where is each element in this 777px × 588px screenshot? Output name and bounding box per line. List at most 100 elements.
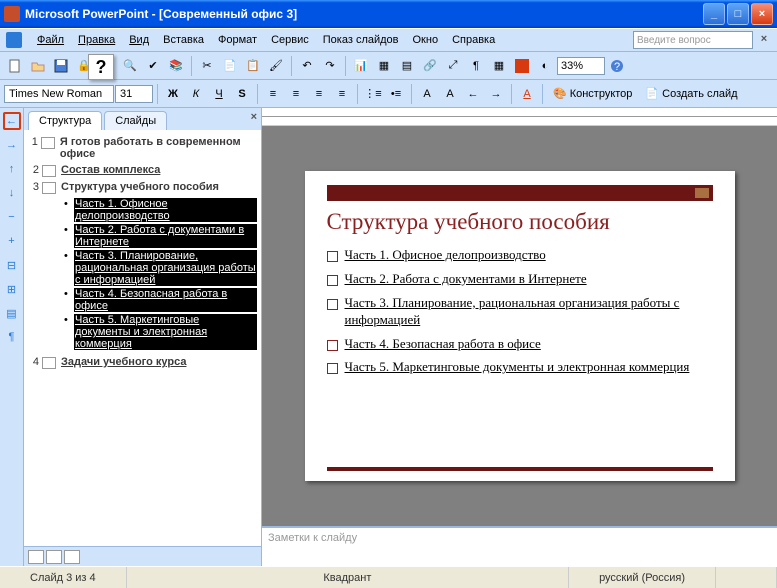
research-button[interactable]: 📚 <box>165 55 187 77</box>
normal-view-button[interactable] <box>28 550 44 564</box>
align-center-button[interactable]: ≡ <box>285 83 307 105</box>
ask-question-box[interactable]: Введите вопрос <box>633 31 753 49</box>
collapse-button[interactable]: − <box>3 208 21 226</box>
chart-button[interactable]: 📊 <box>350 55 372 77</box>
align-left-button[interactable]: ≡ <box>262 83 284 105</box>
slide-list-item[interactable]: Часть 2. Работа с документами в Интернет… <box>327 271 713 288</box>
distribute-button[interactable]: ≡ <box>331 83 353 105</box>
increase-font-button[interactable]: A <box>416 83 438 105</box>
font-color-button[interactable]: A <box>516 83 538 105</box>
tab-slides[interactable]: Слайды <box>104 111 167 130</box>
slide-list-item[interactable]: Часть 5. Маркетинговые документы и элект… <box>327 359 713 376</box>
decrease-indent-button[interactable]: ← <box>462 83 484 105</box>
font-combo[interactable]: Times New Roman <box>4 85 114 103</box>
menu-tools[interactable]: Сервис <box>264 32 316 48</box>
move-down-button[interactable]: ↓ <box>3 184 21 202</box>
outline-slide-4[interactable]: 4 Задачи учебного курса <box>28 356 257 369</box>
shadow-button[interactable]: S <box>231 83 253 105</box>
table-button[interactable]: ▦ <box>373 55 395 77</box>
zoom-combo[interactable]: 33% <box>557 57 605 75</box>
menu-show[interactable]: Показ слайдов <box>316 32 406 48</box>
slide-top-rule <box>327 185 713 201</box>
new-button[interactable] <box>4 55 26 77</box>
italic-button[interactable]: К <box>185 83 207 105</box>
notes-pane[interactable]: Заметки к слайду <box>262 526 777 566</box>
outline-slide-3[interactable]: 3 Структура учебного пособия <box>28 181 257 194</box>
outline-bullet[interactable]: •Часть 3. Планирование, рациональная орг… <box>64 250 257 286</box>
new-slide-button[interactable]: 📄Создать слайд <box>639 83 743 105</box>
outline-pane[interactable]: 1 Я готов работать в современном офисе 2… <box>24 130 261 546</box>
menu-window[interactable]: Окно <box>406 32 446 48</box>
outline-bullet[interactable]: •Часть 1. Офисное делопроизводство <box>64 198 257 222</box>
tab-outline[interactable]: Структура <box>28 111 102 130</box>
sorter-view-button[interactable] <box>46 550 62 564</box>
undo-button[interactable]: ↶ <box>296 55 318 77</box>
horizontal-ruler <box>262 108 777 126</box>
permission-button[interactable]: 🔒 <box>73 55 95 77</box>
paste-button[interactable]: 📋 <box>242 55 264 77</box>
format-painter-button[interactable]: 🖌 <box>265 55 287 77</box>
close-pane-button[interactable]: × <box>251 111 257 123</box>
slide-list[interactable]: Часть 1. Офисное делопроизводство Часть … <box>327 247 713 376</box>
slide-icon <box>42 182 56 194</box>
slide-canvas[interactable]: Структура учебного пособия Часть 1. Офис… <box>262 126 777 526</box>
mdi-close-icon[interactable]: × <box>757 33 771 47</box>
close-button[interactable]: × <box>751 3 773 25</box>
bullet-list-button[interactable]: •≡ <box>385 83 407 105</box>
preview-button[interactable]: 🔍 <box>119 55 141 77</box>
color-button[interactable] <box>511 55 533 77</box>
outline-slide-2[interactable]: 2 Состав комплекса <box>28 164 257 177</box>
designer-button[interactable]: 🎨Конструктор <box>547 83 638 105</box>
grid-button[interactable]: ▦ <box>488 55 510 77</box>
promote-button[interactable]: ← <box>3 112 21 130</box>
menu-insert[interactable]: Вставка <box>156 32 211 48</box>
slide-title[interactable]: Структура учебного пособия <box>327 209 713 235</box>
slideshow-view-button[interactable] <box>64 550 80 564</box>
collapse-all-button[interactable]: ⊟ <box>3 256 21 274</box>
expand-button[interactable]: + <box>3 232 21 250</box>
outline-slide-1[interactable]: 1 Я готов работать в современном офисе <box>28 136 257 160</box>
save-button[interactable] <box>50 55 72 77</box>
underline-button[interactable]: Ч <box>208 83 230 105</box>
decrease-font-button[interactable]: A <box>439 83 461 105</box>
outline-bullet[interactable]: •Часть 4. Безопасная работа в офисе <box>64 288 257 312</box>
print-button[interactable]: 🖶 <box>96 55 118 77</box>
slide-list-item[interactable]: Часть 3. Планирование, рациональная орга… <box>327 295 713 329</box>
numbered-list-button[interactable]: ⋮≡ <box>362 83 384 105</box>
app-menu-icon[interactable] <box>6 32 22 48</box>
expand-all-button[interactable]: ⊞ <box>3 280 21 298</box>
font-size-combo[interactable]: 31 <box>115 85 153 103</box>
hyperlink-button[interactable]: 🔗 <box>419 55 441 77</box>
slide-preview[interactable]: Структура учебного пособия Часть 1. Офис… <box>305 171 735 481</box>
show-formatting-button[interactable]: ¶ <box>465 55 487 77</box>
spell-button[interactable]: ✔ <box>142 55 164 77</box>
move-up-button[interactable]: ↑ <box>3 160 21 178</box>
menu-file[interactable]: Файл <box>30 32 71 48</box>
align-right-button[interactable]: ≡ <box>308 83 330 105</box>
menu-view[interactable]: Вид <box>122 32 156 48</box>
increase-indent-button[interactable]: → <box>485 83 507 105</box>
menu-format[interactable]: Формат <box>211 32 264 48</box>
outline-bullet[interactable]: •Часть 5. Маркетинговые документы и элек… <box>64 314 257 350</box>
menu-help[interactable]: Справка <box>445 32 502 48</box>
bold-button[interactable]: Ж <box>162 83 184 105</box>
cut-button[interactable]: ✂ <box>196 55 218 77</box>
summary-slide-button[interactable]: ▤ <box>3 304 21 322</box>
maximize-button[interactable]: □ <box>727 3 749 25</box>
grayscale-button[interactable]: ◐ <box>534 55 556 77</box>
status-language[interactable]: русский (Россия) <box>569 567 716 588</box>
outline-bullet[interactable]: •Часть 2. Работа с документами в Интерне… <box>64 224 257 248</box>
slide-list-item[interactable]: Часть 1. Офисное делопроизводство <box>327 247 713 264</box>
expand-button[interactable]: ⤢ <box>442 55 464 77</box>
menu-edit[interactable]: Правка <box>71 32 122 48</box>
redo-button[interactable]: ↷ <box>319 55 341 77</box>
svg-text:?: ? <box>614 61 620 73</box>
minimize-button[interactable]: _ <box>703 3 725 25</box>
demote-button[interactable]: → <box>3 136 21 154</box>
help-button[interactable]: ? <box>606 55 628 77</box>
slide-list-item[interactable]: Часть 4. Безопасная работа в офисе <box>327 336 713 353</box>
copy-button[interactable]: 📄 <box>219 55 241 77</box>
tables-borders-button[interactable]: ▤ <box>396 55 418 77</box>
open-button[interactable] <box>27 55 49 77</box>
show-formatting-button[interactable]: ¶ <box>3 328 21 346</box>
